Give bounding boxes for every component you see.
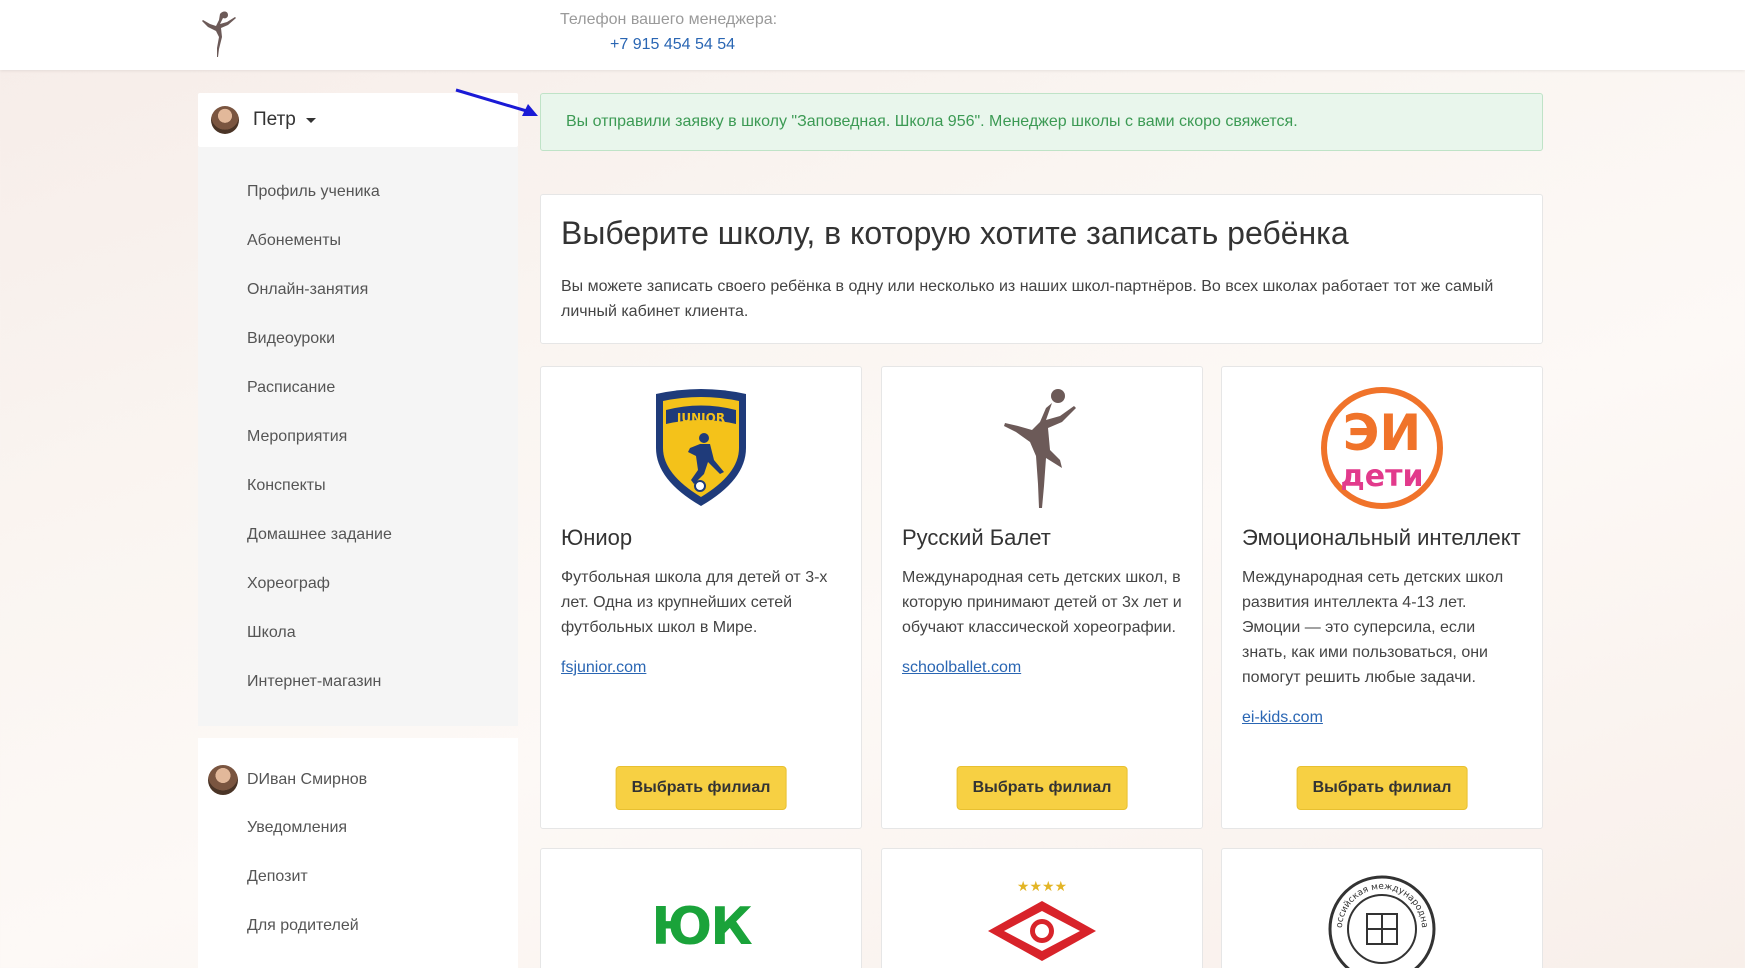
- top-bar: Телефон вашего менеджера: +7 915 454 54 …: [0, 0, 1745, 70]
- parent-menu: DИван Смирнов Уведомления Депозит Для ро…: [198, 738, 518, 968]
- intro-text: Вы можете записать своего ребёнка в одну…: [561, 278, 1494, 320]
- parent-avatar: [208, 765, 238, 795]
- school-name: Русский Балет: [902, 525, 1051, 550]
- school-name: Юниор: [561, 525, 633, 550]
- user-name: Петр: [253, 109, 296, 130]
- school-description: Футбольная школа для детей от 3-х лет. О…: [561, 569, 828, 636]
- sidebar-item-notifications[interactable]: Уведомления: [198, 802, 518, 851]
- school-description: Международная сеть детских школ, в котор…: [902, 569, 1182, 636]
- sidebar: Петр Профиль ученика Абонементы Онлайн-з…: [198, 93, 518, 968]
- school-card-ei-kids: ЭИ дети Эмоциональный интеллект Междунар…: [1221, 366, 1543, 829]
- sidebar-item-school[interactable]: Школа: [198, 610, 518, 659]
- school-card-junior: JUNIOR Юниор Футбольная школа для детей …: [540, 366, 862, 829]
- sidebar-item-online-store[interactable]: Интернет-магазин: [198, 659, 518, 708]
- school-card-seal: Российская международная: [1221, 848, 1543, 968]
- school-website-link[interactable]: schoolballet.com: [902, 659, 1021, 677]
- ballerina-logo-icon: [882, 367, 1202, 517]
- ballerina-logo-icon[interactable]: [200, 6, 242, 60]
- manager-phone-label: Телефон вашего менеджера:: [560, 11, 778, 28]
- school-website-link[interactable]: fsjunior.com: [561, 659, 646, 677]
- intro-panel: Выберите школу, в которую хотите записат…: [540, 194, 1543, 344]
- sidebar-item-subscriptions[interactable]: Абонементы: [198, 218, 518, 267]
- sidebar-item-choreographer[interactable]: Хореограф: [198, 561, 518, 610]
- school-card-spartak: ★★★★: [881, 848, 1203, 968]
- sidebar-item-online-lessons[interactable]: Онлайн-занятия: [198, 267, 518, 316]
- school-card-russian-ballet: Русский Балет Международная сеть детских…: [881, 366, 1203, 829]
- sidebar-item-video-lessons[interactable]: Видеоуроки: [198, 316, 518, 365]
- chevron-down-icon: [305, 117, 316, 123]
- parent-name: DИван Смирнов: [247, 771, 368, 788]
- yuk-logo-icon: ЮК: [541, 849, 861, 968]
- sidebar-item-events[interactable]: Мероприятия: [198, 414, 518, 463]
- success-alert: Вы отправили заявку в школу "Заповедная.…: [540, 93, 1543, 151]
- choose-branch-button[interactable]: Выбрать филиал: [1296, 766, 1468, 810]
- school-card-yuk: ЮК: [540, 848, 862, 968]
- school-name: Эмоциональный интеллект: [1242, 525, 1521, 550]
- yuk-logo-text: ЮК: [651, 897, 753, 957]
- page-title: Выберите школу, в которую хотите записат…: [561, 215, 1349, 251]
- sidebar-item-homework[interactable]: Домашнее задание: [198, 512, 518, 561]
- ei-kids-logo-icon: ЭИ дети: [1222, 367, 1542, 517]
- user-avatar: [211, 106, 239, 134]
- sidebar-item-student-profile[interactable]: Профиль ученика: [198, 169, 518, 218]
- sidebar-item-deposit[interactable]: Депозит: [198, 851, 518, 900]
- annotation-arrow-icon: [455, 88, 538, 116]
- sidebar-item-for-parents[interactable]: Для родителей: [198, 900, 518, 949]
- spartak-logo-icon: ★★★★: [882, 849, 1202, 968]
- school-description: Международная сеть детских школ развития…: [1242, 569, 1504, 686]
- round-seal-logo-icon: Российская международная: [1222, 849, 1542, 968]
- svg-text:★★★★: ★★★★: [1017, 879, 1067, 895]
- student-menu: Профиль ученика Абонементы Онлайн-заняти…: [198, 147, 518, 726]
- junior-logo-text: JUNIOR: [676, 411, 725, 425]
- sidebar-item-notes[interactable]: Конспекты: [198, 463, 518, 512]
- choose-branch-button[interactable]: Выбрать филиал: [615, 766, 787, 810]
- manager-phone-link[interactable]: +7 915 454 54 54: [610, 36, 735, 54]
- junior-shield-logo-icon: JUNIOR: [541, 367, 861, 517]
- parent-account[interactable]: DИван Смирнов: [198, 758, 518, 802]
- ei-logo-subtext: дети: [1341, 459, 1424, 494]
- ei-logo-text: ЭИ: [1343, 404, 1422, 462]
- school-website-link[interactable]: ei-kids.com: [1242, 709, 1323, 727]
- choose-branch-button[interactable]: Выбрать филиал: [956, 766, 1128, 810]
- sidebar-item-schedule[interactable]: Расписание: [198, 365, 518, 414]
